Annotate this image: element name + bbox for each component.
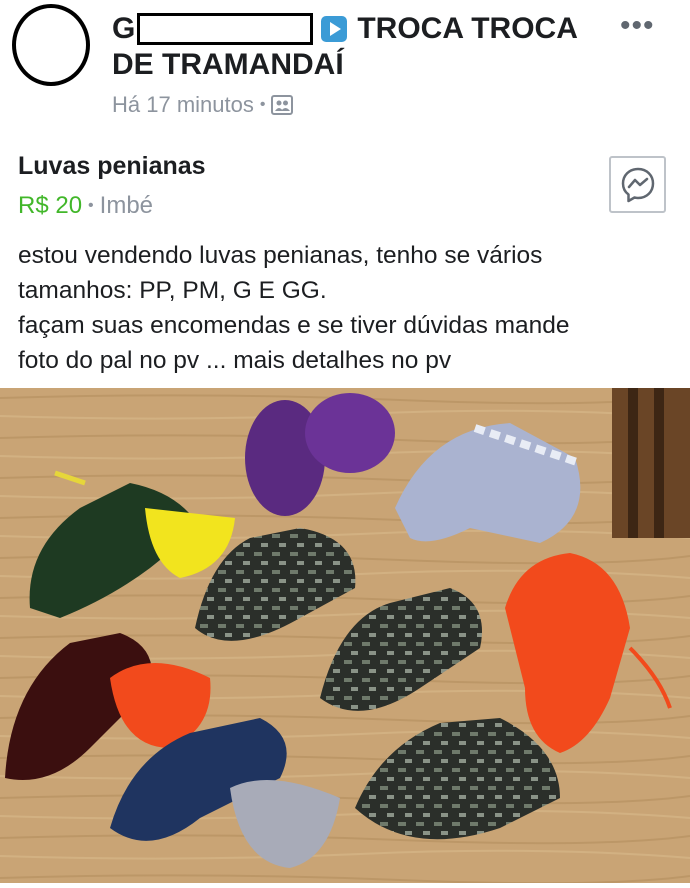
more-horizontal-icon[interactable]: •••	[620, 11, 655, 41]
group-name-line1[interactable]: G TROCA TROCA	[112, 12, 578, 46]
description-line: tamanhos: PP, PM, G E GG.	[18, 277, 327, 304]
play-icon	[321, 16, 348, 42]
listing-info: Luvas penianas R$ 20 • Imbé	[0, 130, 690, 230]
listing-location: Imbé	[99, 192, 154, 219]
price-line: R$ 20 • Imbé	[18, 192, 153, 220]
messenger-icon	[621, 167, 655, 203]
group-name-prefix: G	[112, 12, 136, 45]
listing-price: R$ 20	[18, 192, 83, 219]
listing-title: Luvas penianas	[18, 152, 206, 180]
post-timestamp[interactable]: Há 17 minutos	[112, 92, 254, 118]
post-header: G TROCA TROCA DE TRAMANDAÍ ••• Há 17 min…	[0, 0, 690, 130]
messenger-button[interactable]	[609, 156, 666, 213]
group-name-line2[interactable]: DE TRAMANDAÍ	[112, 48, 344, 82]
avatar[interactable]	[12, 4, 90, 86]
listing-photo[interactable]	[0, 388, 690, 883]
redaction-box	[137, 13, 314, 45]
price-separator: •	[88, 197, 94, 214]
description-line: façam suas encomendas e se tiver dúvidas…	[18, 312, 570, 339]
post-description: estou vendendo luvas penianas, tenho se …	[18, 238, 678, 378]
description-line: estou vendendo luvas penianas, tenho se …	[18, 242, 543, 269]
group-icon	[271, 94, 294, 116]
description-line: foto do pal no pv ... mais detalhes no p…	[18, 347, 452, 374]
crochet-items-image	[0, 388, 690, 883]
group-name-suffix: TROCA TROCA	[357, 12, 578, 45]
post-meta: Há 17 minutos •	[112, 92, 294, 118]
meta-separator: •	[259, 96, 266, 113]
